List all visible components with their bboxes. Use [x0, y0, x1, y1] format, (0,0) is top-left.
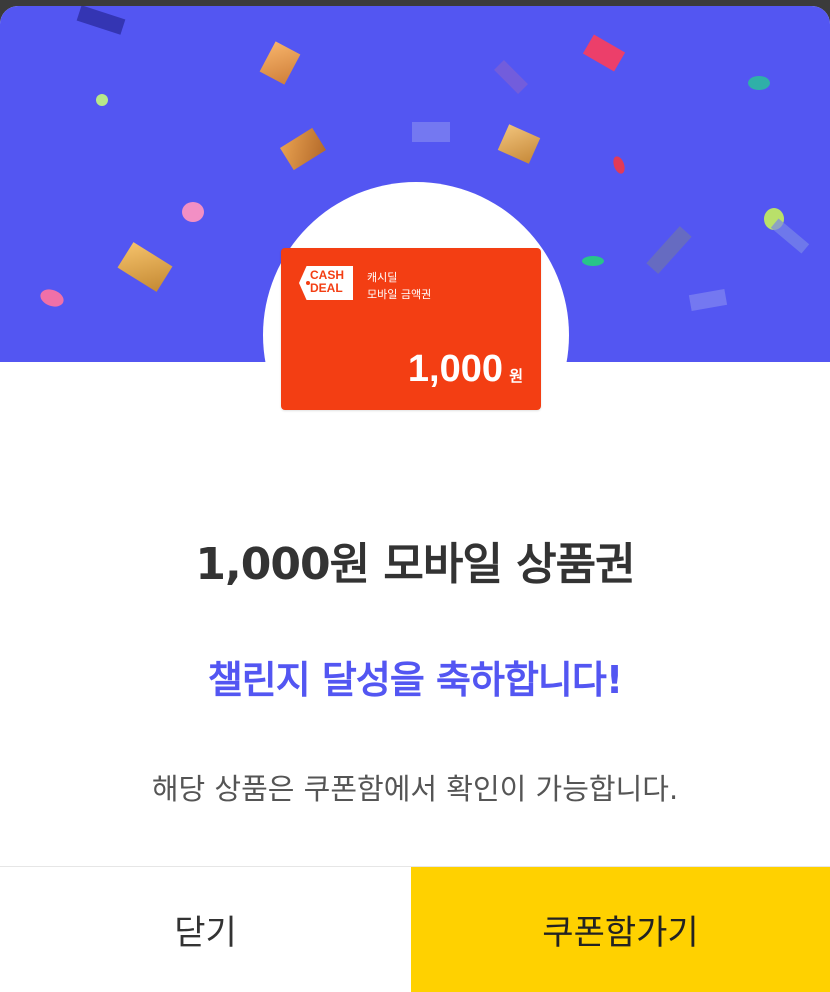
- confetti-piece: [748, 76, 770, 90]
- confetti-piece: [611, 154, 627, 176]
- confetti-piece: [494, 60, 528, 94]
- confetti-piece: [582, 256, 604, 266]
- confetti-piece: [646, 226, 692, 274]
- confetti-piece: [96, 94, 108, 106]
- cashdeal-logo: CASH DEAL: [299, 266, 353, 300]
- confetti-piece: [497, 124, 541, 164]
- voucher-amount: 1,000: [407, 348, 503, 390]
- confetti-piece: [76, 6, 126, 35]
- go-to-coupons-button[interactable]: 쿠폰함가기: [411, 867, 830, 992]
- confetti-piece: [688, 288, 728, 312]
- coupon-notice: 해당 상품은 쿠폰함에서 확인이 가능합니다.: [151, 772, 679, 806]
- confetti-piece: [117, 242, 173, 292]
- confetti-piece: [279, 127, 327, 171]
- confetti-piece: [37, 286, 67, 310]
- voucher-description: 모바일 금액권: [367, 288, 432, 301]
- close-button[interactable]: 닫기: [0, 867, 411, 992]
- congrats-message: 챌린지 달성을 축하합니다!: [207, 658, 623, 702]
- mobile-voucher-card: CASH DEAL 캐시딜 모바일 금액권 1,000 원: [281, 248, 541, 410]
- confetti-piece: [582, 34, 626, 72]
- reward-title: 1,000원 모바일 상품권: [195, 539, 635, 590]
- logo-text: CASH DEAL: [310, 268, 345, 295]
- confetti-piece: [770, 218, 810, 254]
- reward-modal: CASH DEAL 캐시딜 모바일 금액권 1,000 원 1,000원 모바일…: [0, 6, 830, 992]
- voucher-brand: 캐시딜: [367, 271, 398, 284]
- confetti-piece: [182, 202, 204, 222]
- confetti-piece: [412, 122, 450, 142]
- confetti-piece: [259, 41, 301, 85]
- voucher-unit: 원: [509, 367, 523, 385]
